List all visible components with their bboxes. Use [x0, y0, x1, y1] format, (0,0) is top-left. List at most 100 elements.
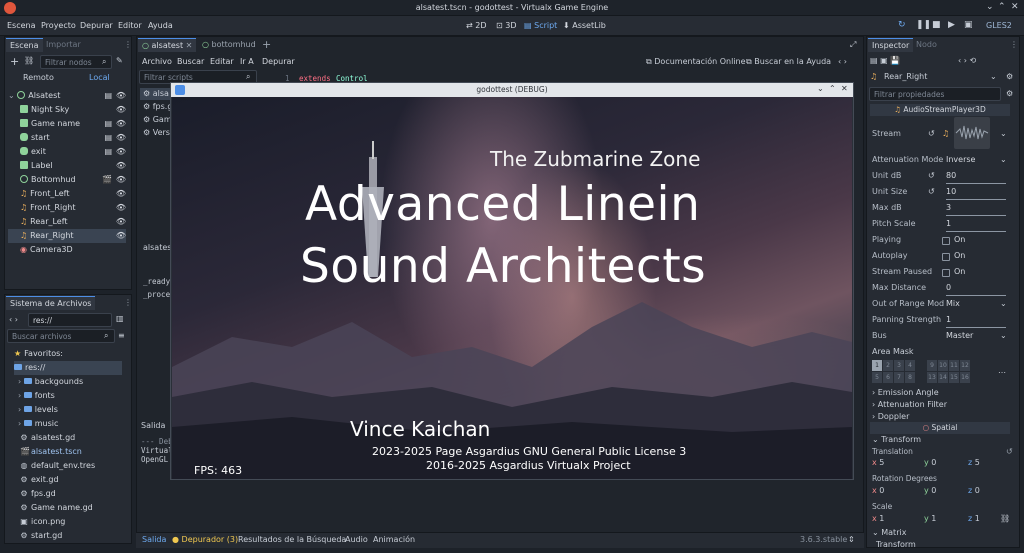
property-value[interactable]: 0	[946, 283, 951, 292]
sort-icon[interactable]: ≡	[118, 331, 125, 340]
mask-cell[interactable]: 11	[949, 360, 959, 371]
visibility-icon[interactable]: 👁	[116, 131, 126, 145]
property-row[interactable]: Stream Paused On	[870, 267, 1010, 281]
property-value[interactable]: On	[954, 267, 965, 276]
mask-cell[interactable]: 2	[883, 360, 893, 371]
file-fps-gd[interactable]: ⚙ fps.gd	[20, 487, 128, 501]
pause-icon[interactable]: ❚❚	[916, 20, 931, 30]
visibility-icon[interactable]: 👁	[116, 187, 126, 201]
area-mask-grid[interactable]: 1 2 3 4 9 10 11 12 5 6 7 8 13 14 15 16	[872, 360, 990, 384]
folder-levels[interactable]: › levels	[18, 403, 126, 417]
remote-tab[interactable]: Remoto	[23, 73, 54, 82]
visibility-icon[interactable]: 👁	[116, 215, 126, 229]
property-row[interactable]: Playing On	[870, 235, 1010, 249]
slider-track[interactable]	[946, 183, 1006, 184]
reset-icon[interactable]: ↺	[928, 171, 935, 180]
checkbox-icon[interactable]	[942, 269, 950, 277]
bottom-tab-busqueda[interactable]: Resultados de la Búsqueda	[238, 535, 346, 544]
mask-cell[interactable]: 12	[960, 360, 970, 371]
group-attenuation-filter[interactable]: › Attenuation Filter	[872, 400, 947, 409]
workspace-2d-button[interactable]: ⇄ 2D	[466, 21, 487, 30]
property-value[interactable]: Master	[946, 331, 973, 340]
tree-node-exit[interactable]: exit ▤ 👁	[8, 145, 126, 159]
scale-fields[interactable]: x 1 y 1 z 1	[872, 514, 1007, 526]
chevron-down-icon[interactable]: ⌄	[1000, 129, 1007, 138]
waveform-preview[interactable]	[954, 117, 990, 149]
filter-options-icon[interactable]: ⚙	[1006, 89, 1013, 98]
slider-track[interactable]	[946, 199, 1006, 200]
script-menu-depurar[interactable]: Depurar	[262, 57, 295, 66]
file-exit-gd[interactable]: ⚙ exit.gd	[20, 473, 128, 487]
menu-escena[interactable]: Escena	[7, 21, 36, 30]
script-icon[interactable]: ▤	[104, 117, 112, 131]
tree-node-alsatest[interactable]: ⌄ Alsatest ▤ 👁	[8, 89, 126, 103]
group-emission-angle[interactable]: › Emission Angle	[872, 388, 939, 397]
mask-cell[interactable]: 13	[927, 372, 937, 383]
visibility-icon[interactable]: 👁	[116, 229, 126, 243]
mask-cell[interactable]: 5	[872, 372, 882, 383]
maximize-icon[interactable]: ⌃	[998, 2, 1006, 12]
slider-track[interactable]	[946, 327, 1006, 328]
file-alsatest-gd[interactable]: ⚙ alsatest.gd	[20, 431, 128, 445]
prev-next-script-icon[interactable]: ‹ ›	[838, 57, 847, 66]
dock-menu-icon[interactable]: ⋮	[1010, 40, 1018, 49]
rotation-fields[interactable]: x 0 y 0 z 0	[872, 486, 1007, 498]
tab-bottomhud[interactable]: ○ bottomhud	[198, 38, 260, 51]
node-menu-icon[interactable]: ⚙	[1006, 72, 1013, 81]
workspace-3d-button[interactable]: ⊡ 3D	[496, 21, 517, 30]
menu-editor[interactable]: Editor	[118, 21, 142, 30]
property-value[interactable]: Mix	[946, 299, 960, 308]
folder-music[interactable]: › music	[18, 417, 126, 431]
chevron-down-icon[interactable]: ⌄	[1000, 299, 1007, 308]
tree-node-front-right[interactable]: ♫ Front_Right 👁	[8, 201, 126, 215]
property-value[interactable]: 1	[946, 315, 951, 324]
visibility-icon[interactable]: 👁	[116, 173, 126, 187]
mask-cell[interactable]: 16	[960, 372, 970, 383]
visibility-icon[interactable]: 👁	[116, 145, 126, 159]
menu-ayuda[interactable]: Ayuda	[148, 21, 173, 30]
mask-cell[interactable]: 14	[938, 372, 948, 383]
property-row[interactable]: Max Distance 0	[870, 283, 1010, 297]
tree-node-rear-left[interactable]: ♫ Rear_Left 👁	[8, 215, 126, 229]
bottom-tab-salida[interactable]: Salida	[142, 535, 166, 544]
file-start-gd[interactable]: ⚙ start.gd	[20, 529, 128, 543]
tab-nodo[interactable]: Nodo	[912, 38, 941, 51]
slider-track[interactable]	[946, 295, 1006, 296]
tab-importar[interactable]: Importar	[42, 38, 85, 51]
reset-icon[interactable]: ↺	[1006, 447, 1013, 456]
property-row[interactable]: Stream ↺ ♫ ⌄	[870, 117, 1010, 149]
inspector-toolbar-icons[interactable]: ▤ ▣ 💾	[870, 56, 900, 65]
tab-filesystem[interactable]: Sistema de Archivos	[6, 296, 96, 310]
file-game-name-gd[interactable]: ⚙ Game name.gd	[20, 501, 128, 515]
maximize-icon[interactable]: ⌃	[829, 84, 836, 93]
property-value[interactable]: 80	[946, 171, 956, 180]
play-scene-icon[interactable]: ↻	[898, 20, 906, 30]
tab-escena[interactable]: Escena	[6, 38, 43, 52]
script-list-item[interactable]: ⚙ fps.g	[143, 102, 172, 111]
history-icons[interactable]: ‹ › ⟲	[958, 56, 976, 65]
chevron-down-icon[interactable]: ⌄	[1000, 155, 1007, 164]
search-files-input[interactable]: Buscar archivos	[7, 329, 115, 343]
tree-node-start[interactable]: start ▤ 👁	[8, 131, 126, 145]
script-attach-icon[interactable]: ✎	[116, 56, 123, 65]
menu-proyecto[interactable]: Proyecto	[41, 21, 76, 30]
workspace-script-button[interactable]: ▤ Script	[524, 21, 557, 30]
link-icon[interactable]: ⛓	[1000, 514, 1010, 523]
checkbox-icon[interactable]	[942, 237, 950, 245]
bottom-tab-animacion[interactable]: Animación	[373, 535, 415, 544]
dock-menu-icon[interactable]: ⋮	[124, 40, 132, 49]
file-alsatest-tscn[interactable]: 🎬alsatest.tscn	[20, 445, 128, 459]
tree-node-night-sky[interactable]: Night Sky 👁	[8, 103, 126, 117]
mask-cell[interactable]: 7	[894, 372, 904, 383]
minimize-icon[interactable]: ⌄	[986, 2, 994, 12]
property-value[interactable]: 3	[946, 203, 951, 212]
minimize-icon[interactable]: ⌄	[817, 84, 824, 93]
property-value[interactable]: 10	[946, 187, 956, 196]
property-row[interactable]: Unit dB 80 ↺	[870, 171, 1010, 185]
tree-node-rear-right[interactable]: ♫ Rear_Right 👁	[8, 229, 126, 243]
workspace-assetlib-button[interactable]: ⬇ AssetLib	[563, 21, 606, 30]
script-icon[interactable]: ▤	[104, 131, 112, 145]
mask-cell[interactable]: 8	[905, 372, 915, 383]
folder-fonts[interactable]: › fonts	[18, 389, 126, 403]
group-transform[interactable]: ⌄ Transform	[872, 435, 921, 444]
